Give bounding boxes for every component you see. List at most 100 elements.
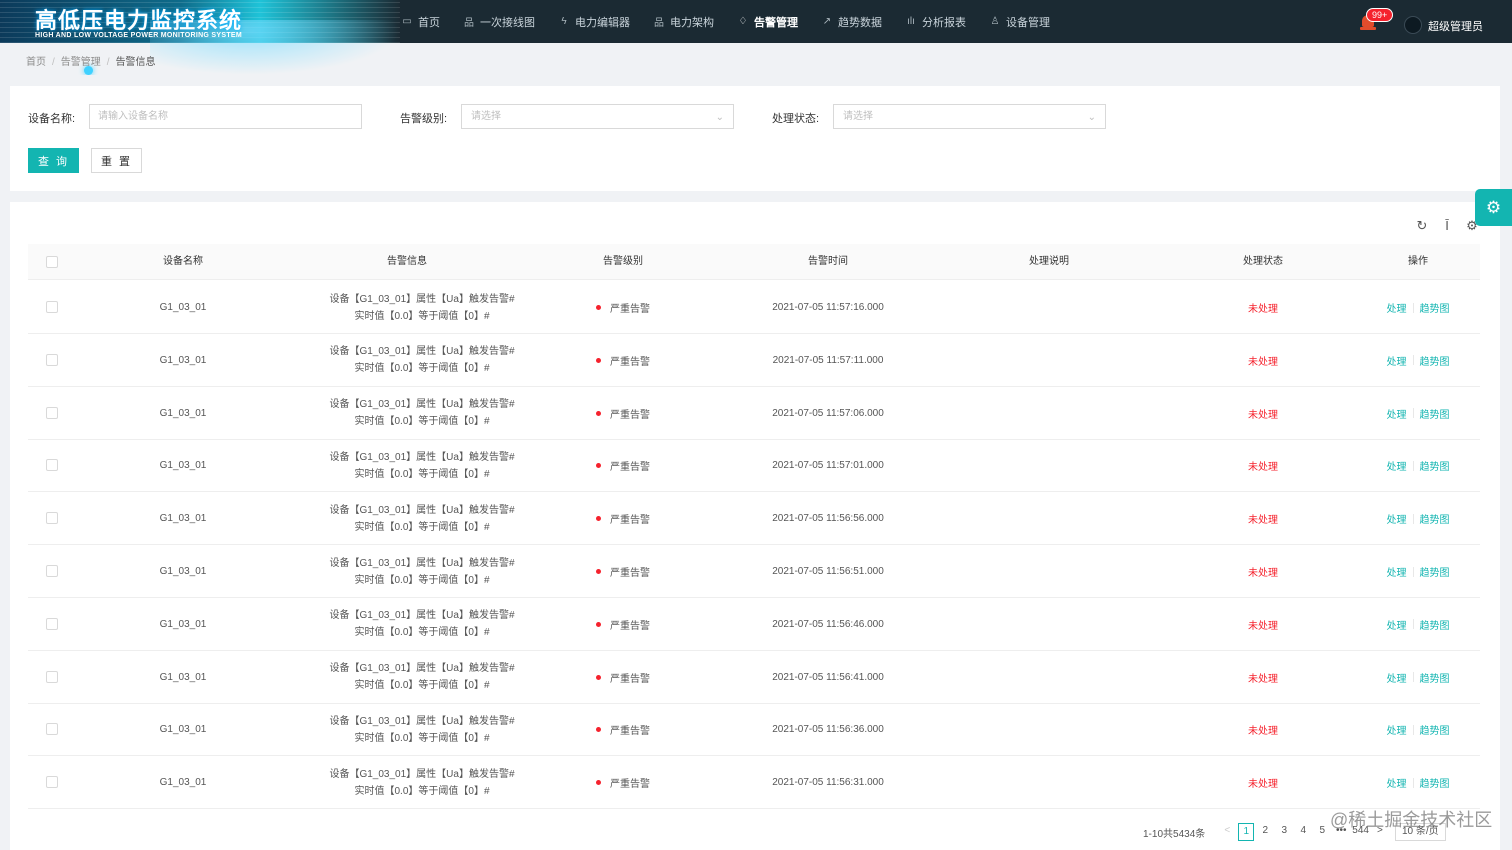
table-row[interactable]: G1_03_01 设备【G1_03_01】属性【Ua】触发告警# 实时值【0.0】等… [28,334,1480,387]
nav-item-label: 分析报表 [922,16,966,29]
row-checkbox[interactable] [46,406,58,419]
trend-chart-link[interactable]: 趋势图 [1420,353,1450,368]
status-badge: 未处理 [1248,515,1278,527]
table-row[interactable]: G1_03_01 设备【G1_03_01】属性【Ua】触发告警# 实时值【0.0】等… [28,545,1480,598]
pagination-page[interactable]: 3 [1276,823,1292,841]
table-row[interactable]: G1_03_01 设备【G1_03_01】属性【Ua】触发告警# 实时值【0.0】等… [28,387,1480,440]
cell-note [974,492,1124,545]
column-header-message[interactable]: 告警信息 [292,244,522,280]
cell-device-text: G1_03_01 [159,460,207,472]
pagination-page[interactable]: 4 [1295,823,1311,841]
trend-chart-link[interactable]: 趋势图 [1420,511,1450,526]
nav-item-6[interactable]: ılı 分析报表 [904,14,966,30]
status-badge: 未处理 [1248,304,1278,315]
trend-chart-link[interactable]: 趋势图 [1420,722,1450,737]
severity-label: 严重告警 [610,673,650,685]
cell-message: 设备【G1_03_01】属性【Ua】触发告警# 实时值【0.0】等于阈值【0】# [292,545,552,598]
cell-device-text: G1_03_01 [159,671,207,683]
trend-chart-link[interactable]: 趋势图 [1420,670,1450,685]
action-divider [1412,672,1414,683]
refresh-icon[interactable]: ↻ [1414,218,1430,234]
breadcrumb-current: 告警信息 [115,57,156,68]
column-header-time[interactable]: 告警时间 [728,244,928,280]
breadcrumb-home[interactable]: 首页 [26,57,46,68]
message-line-1: 设备【G1_03_01】属性【Ua】触发告警# [329,610,515,622]
handle-link[interactable]: 处理 [1387,722,1407,737]
breadcrumb-alarm-management[interactable]: 告警管理 [61,57,101,68]
pagination-prev-icon[interactable]: < [1219,823,1235,841]
action-divider [1412,460,1414,471]
column-header-note[interactable]: 处理说明 [974,244,1124,280]
handle-link[interactable]: 处理 [1387,353,1407,368]
nav-item-1[interactable]: 品一次接线图 [462,14,535,30]
handle-link[interactable]: 处理 [1387,300,1407,315]
reset-button[interactable]: 重 置 [91,148,142,173]
row-checkbox[interactable] [46,670,58,683]
column-header-status[interactable]: 处理状态 [1188,244,1338,280]
table-row[interactable]: G1_03_01 设备【G1_03_01】属性【Ua】触发告警# 实时值【0.0】等… [28,492,1480,546]
nav-item-3[interactable]: 品电力架构 [652,14,714,30]
pagination-page[interactable]: 5 [1314,823,1330,841]
handle-link[interactable]: 处理 [1387,775,1407,790]
trend-chart-link[interactable]: 趋势图 [1420,406,1450,421]
nav-item-label: 首页 [418,16,440,29]
trend-chart-link[interactable]: 趋势图 [1420,300,1450,315]
column-header-device[interactable]: 设备名称 [118,244,248,280]
process-status-select[interactable]: 请选择 ⌄ [833,104,1106,129]
row-checkbox[interactable] [46,617,58,630]
table-row[interactable]: G1_03_01 设备【G1_03_01】属性【Ua】触发告警# 实时值【0.0】等… [28,439,1480,493]
cell-time: 2021-07-05 11:57:11.000 [728,334,928,387]
pagination-page[interactable]: 1 [1238,823,1255,841]
row-checkbox[interactable] [46,459,58,472]
cell-actions: 处理 趋势图 [1358,334,1478,387]
cell-level: 严重告警 [558,439,688,492]
trend-chart-link[interactable]: 趋势图 [1420,775,1450,790]
handle-link[interactable]: 处理 [1387,617,1407,632]
row-checkbox[interactable] [46,776,58,789]
table-row[interactable]: G1_03_01 设备【G1_03_01】属性【Ua】触发告警# 实时值【0.0】等… [28,756,1480,810]
row-checkbox[interactable] [46,723,58,736]
cell-actions: 处理 趋势图 [1358,387,1478,440]
density-icon[interactable]: Ī [1439,218,1455,234]
row-checkbox[interactable] [46,565,58,577]
handle-link[interactable]: 处理 [1387,511,1407,526]
trend-chart-link[interactable]: 趋势图 [1420,617,1450,632]
table-row[interactable]: G1_03_01 设备【G1_03_01】属性【Ua】触发告警# 实时值【0.0】等… [28,598,1480,651]
user-avatar[interactable] [1404,16,1422,34]
alarm-level-select[interactable]: 请选择 ⌄ [461,104,734,129]
cell-status: 未处理 [1188,439,1338,492]
nav-item-4[interactable]: ♢ 告警管理 [736,14,798,30]
trend-chart-link[interactable]: 趋势图 [1420,564,1450,579]
table-row[interactable]: G1_03_01 设备【G1_03_01】属性【Ua】触发告警# 实时值【0.0】等… [28,281,1480,334]
handle-link[interactable]: 处理 [1387,458,1407,473]
row-checkbox[interactable] [46,512,58,525]
select-all-checkbox[interactable] [46,256,58,268]
row-checkbox[interactable] [46,353,58,366]
table-row[interactable]: G1_03_01 设备【G1_03_01】属性【Ua】触发告警# 实时值【0.0】等… [28,703,1480,757]
handle-link[interactable]: 处理 [1387,670,1407,685]
device-name-input[interactable] [89,104,362,129]
severity-dot [596,621,601,627]
notification-badge[interactable]: 99+ [1366,8,1394,22]
row-checkbox[interactable] [46,301,58,313]
table-row[interactable]: G1_03_01 设备【G1_03_01】属性【Ua】触发告警# 实时值【0.0】等… [28,651,1480,704]
cell-device-text: G1_03_01 [159,618,207,630]
message-line-1: 设备【G1_03_01】属性【Ua】触发告警# [329,768,515,780]
cell-message: 设备【G1_03_01】属性【Ua】触发告警# 实时值【0.0】等于阈值【0】# [292,281,552,334]
message-line-1: 设备【G1_03_01】属性【Ua】触发告警# [329,715,515,727]
cell-device-text: G1_03_01 [159,354,207,366]
handle-link[interactable]: 处理 [1387,406,1407,421]
handle-link[interactable]: 处理 [1387,564,1407,579]
nav-item-7[interactable]: ♙ 设备管理 [988,14,1050,30]
nav-item-0[interactable]: ▭ 首页 [400,14,440,30]
trend-chart-link[interactable]: 趋势图 [1420,458,1450,473]
settings-drawer-icon[interactable]: ⚙ [1475,189,1512,226]
column-header-level[interactable]: 告警级别 [558,244,688,280]
user-name[interactable]: 超级管理员 [1428,18,1483,34]
pagination-page[interactable]: 2 [1257,823,1273,841]
bolt-icon: ϟ [561,16,567,27]
nav-item-5[interactable]: ↗ 趋势数据 [820,14,882,30]
cell-status: 未处理 [1188,387,1338,440]
nav-item-2[interactable]: ϟ 电力编辑器 [557,14,630,30]
query-button[interactable]: 查 询 [28,148,79,173]
